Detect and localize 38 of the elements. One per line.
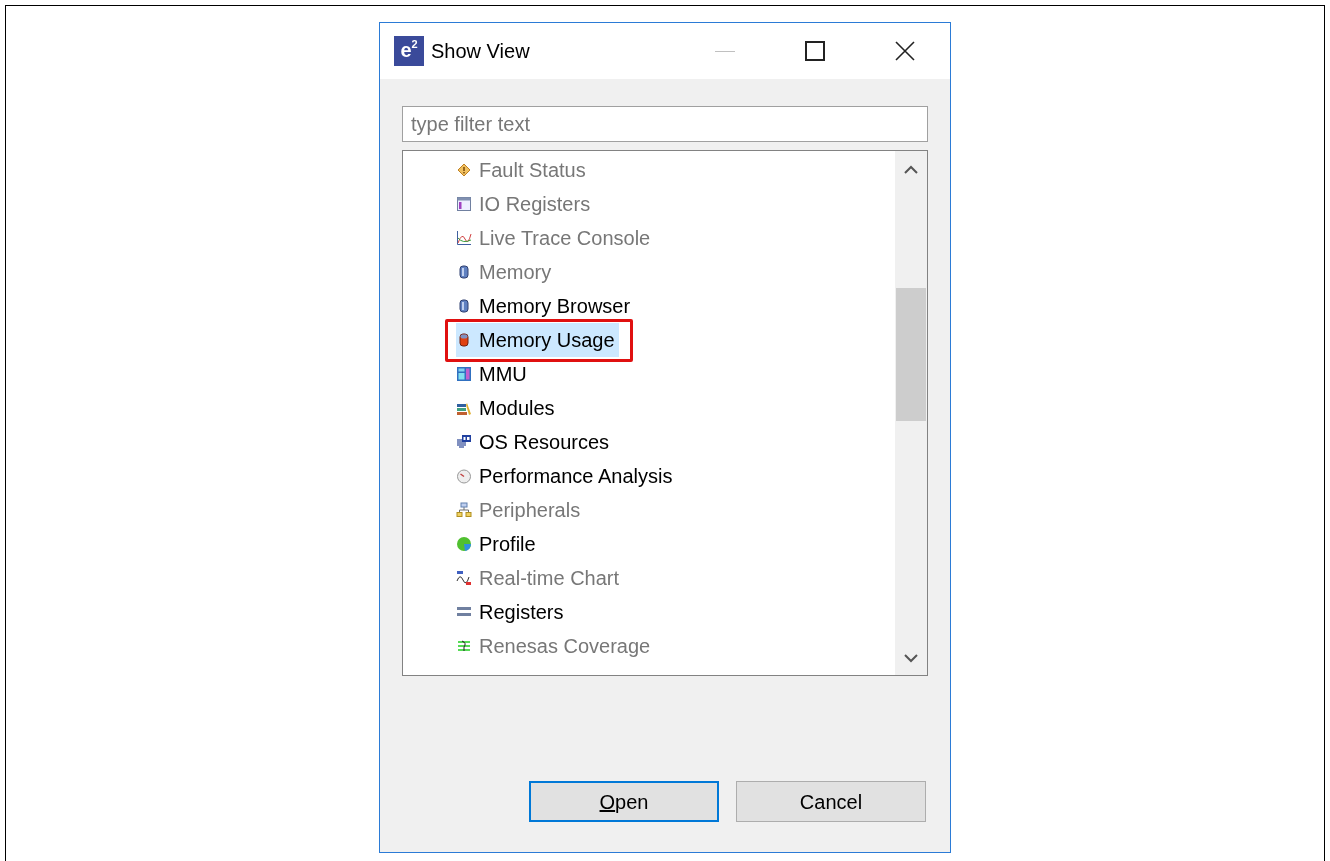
view-list-item[interactable]: Renesas Coverage <box>456 629 655 663</box>
cylinder-icon <box>456 332 472 348</box>
filter-field[interactable]: type filter text <box>402 106 928 142</box>
window-title: Show View <box>431 39 530 64</box>
wave-chart-icon <box>456 570 472 586</box>
table-icon <box>456 196 472 212</box>
gauge-icon <box>456 468 472 484</box>
pie-chart-icon <box>456 536 472 552</box>
scroll-up-icon[interactable] <box>904 165 918 175</box>
warning-icon <box>456 162 472 178</box>
view-list-item[interactable]: Profile <box>456 527 540 561</box>
cancel-button[interactable]: Cancel <box>736 781 926 822</box>
view-list-item[interactable]: IO Registers <box>456 187 595 221</box>
open-button[interactable]: Open <box>529 781 719 822</box>
close-icon <box>895 41 915 61</box>
scrollbar[interactable] <box>895 151 927 675</box>
scroll-down-icon[interactable] <box>904 653 918 663</box>
line-chart-icon <box>456 230 472 246</box>
view-list-item[interactable]: Peripherals <box>456 493 585 527</box>
view-list-item[interactable]: Performance Analysis <box>456 459 677 493</box>
minimize-icon <box>715 50 735 52</box>
view-list-item[interactable]: Memory Browser <box>456 289 635 323</box>
view-list-item[interactable]: Memory Usage <box>456 323 619 357</box>
hierarchy-icon <box>456 502 472 518</box>
view-list-item[interactable]: Registers <box>456 595 568 629</box>
view-list-item[interactable]: Fault Status <box>456 153 590 187</box>
view-list-item[interactable]: MMU <box>456 357 531 391</box>
panels-icon <box>456 366 472 382</box>
maximize-icon <box>805 41 825 61</box>
view-list-item[interactable]: Modules <box>456 391 559 425</box>
view-list-item[interactable]: Live Trace Console <box>456 221 655 255</box>
scrollbar-thumb[interactable] <box>896 288 926 421</box>
view-list-item[interactable]: OS Resources <box>456 425 614 459</box>
cylinder-icon <box>456 264 472 280</box>
cylinder-icon <box>456 298 472 314</box>
view-list-item[interactable]: Memory <box>456 255 556 289</box>
monitor-icon <box>456 434 472 450</box>
view-list-item[interactable]: Real-time Chart <box>456 561 624 595</box>
